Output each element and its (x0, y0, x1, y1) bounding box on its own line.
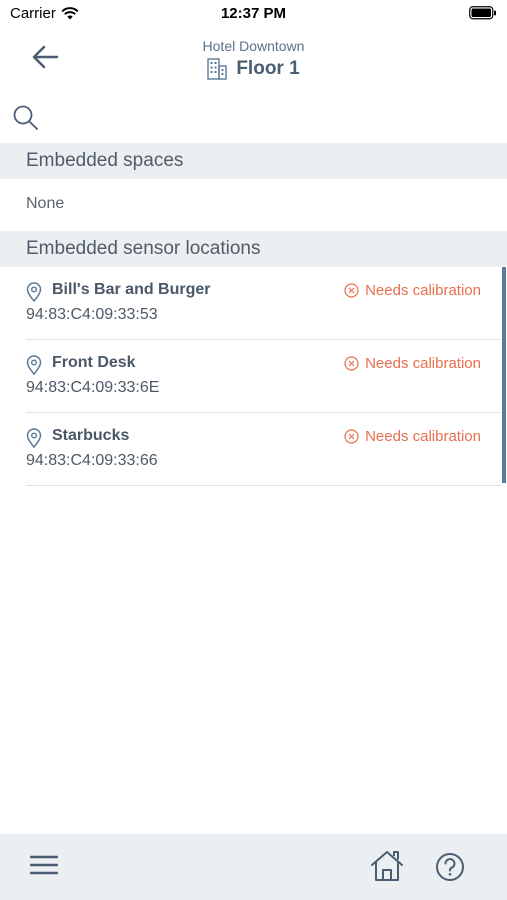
status-time: 12:37 PM (220, 5, 287, 22)
help-button[interactable] (435, 852, 465, 887)
scroll-indicator[interactable] (502, 267, 506, 483)
menu-button[interactable] (29, 854, 59, 881)
status-badge: Needs calibration (344, 282, 481, 299)
home-icon (371, 851, 403, 881)
sensor-row[interactable]: Front Desk 94:83:C4:09:33:6E Needs calib… (26, 340, 501, 413)
home-button[interactable] (369, 849, 405, 888)
sensor-mac: 94:83:C4:09:33:66 (26, 452, 158, 469)
status-text: Needs calibration (365, 355, 481, 372)
status-badge: Needs calibration (344, 355, 481, 372)
building-icon (207, 58, 228, 80)
location-pin-icon (26, 282, 42, 302)
sensor-name: Bill's Bar and Burger (52, 281, 211, 298)
bottom-toolbar (0, 834, 507, 900)
sensor-name: Front Desk (52, 354, 136, 371)
search-icon (13, 105, 38, 130)
sensor-row[interactable]: Starbucks 94:83:C4:09:33:66 Needs calibr… (26, 413, 501, 486)
page-title-text: Floor 1 (236, 58, 300, 79)
battery-icon (469, 6, 497, 25)
search-button[interactable] (12, 104, 40, 132)
sensor-name: Starbucks (52, 427, 130, 444)
sensor-mac: 94:83:C4:09:33:53 (26, 306, 158, 323)
section-header-embedded-spaces: Embedded spaces (0, 143, 507, 179)
embedded-spaces-empty: None (26, 195, 65, 212)
sensor-row[interactable]: Bill's Bar and Burger 94:83:C4:09:33:53 … (26, 267, 501, 340)
circle-x-icon (344, 356, 359, 371)
header-subtitle: Hotel Downtown (202, 38, 305, 54)
hamburger-menu-icon (29, 855, 59, 875)
status-bar: Carrier 12:37 PM (0, 0, 507, 30)
location-pin-icon (26, 355, 42, 375)
section-header-embedded-sensors: Embedded sensor locations (0, 231, 507, 267)
circle-x-icon (344, 429, 359, 444)
location-pin-icon (26, 428, 42, 448)
circle-x-icon (344, 283, 359, 298)
sensor-mac: 94:83:C4:09:33:6E (26, 379, 160, 396)
status-badge: Needs calibration (344, 428, 481, 445)
status-text: Needs calibration (365, 428, 481, 445)
status-text: Needs calibration (365, 282, 481, 299)
sensor-list: Bill's Bar and Burger 94:83:C4:09:33:53 … (26, 267, 501, 486)
page-title: Floor 1 (0, 58, 507, 80)
help-icon (436, 853, 464, 881)
